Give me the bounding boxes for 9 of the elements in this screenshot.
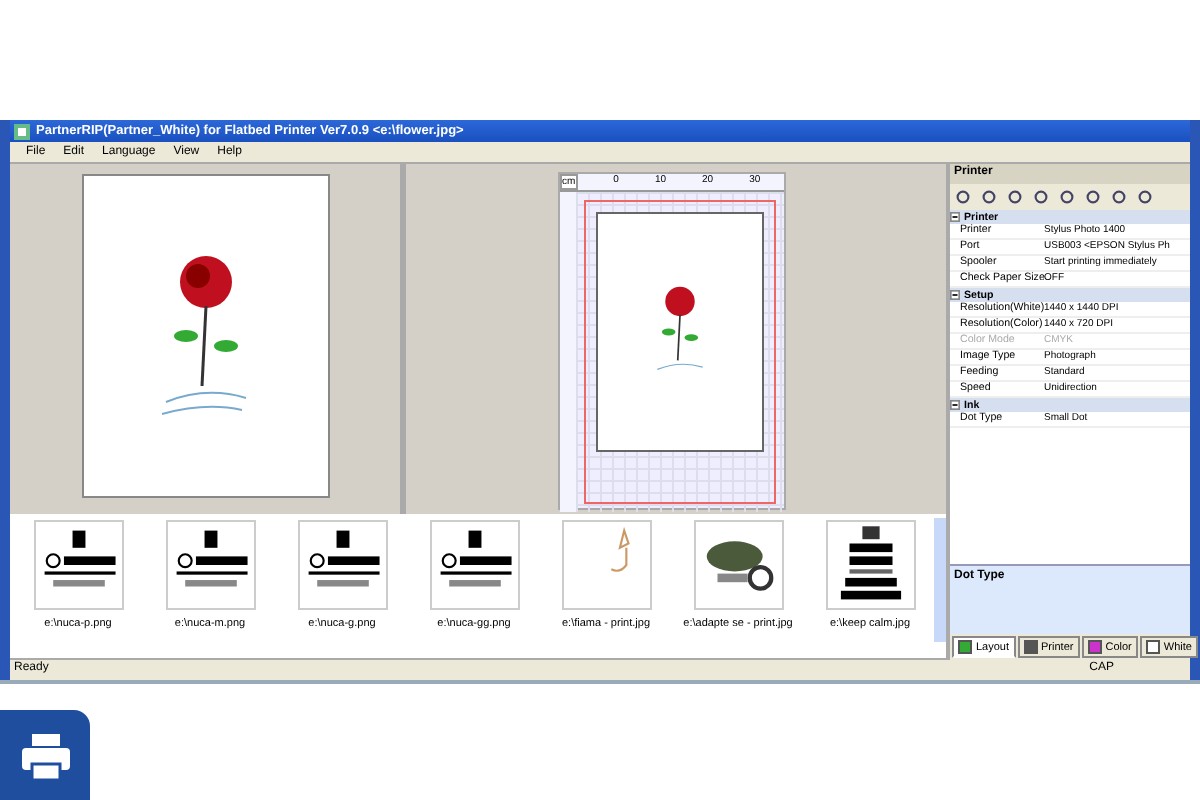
image-thumbnail[interactable] xyxy=(33,520,123,610)
image-thumbnail[interactable] xyxy=(297,520,387,610)
image-thumbnail[interactable] xyxy=(429,520,519,610)
image-thumbnail[interactable] xyxy=(825,520,915,610)
scrollbar[interactable] xyxy=(934,518,946,642)
image-thumbnail[interactable] xyxy=(561,520,651,610)
app-icon xyxy=(14,123,30,139)
image-thumbnail[interactable] xyxy=(165,520,255,610)
image-thumbnail[interactable] xyxy=(693,520,783,610)
